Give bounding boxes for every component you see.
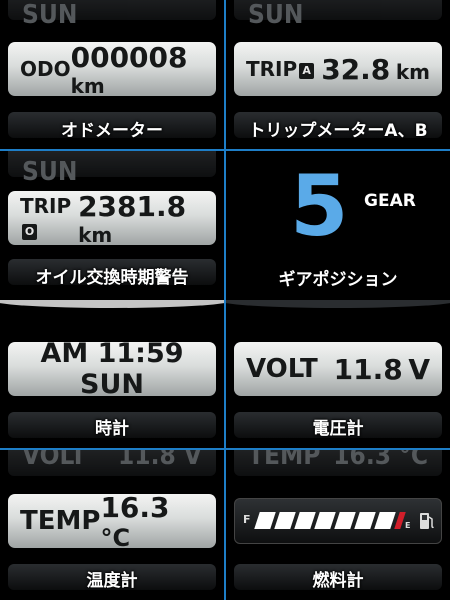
odometer-cell: AM 11:59 SUN ODO 000008 km オドメーター: [0, 0, 224, 149]
trip-meter-value: 32.8: [321, 52, 391, 86]
odometer-value: 000008: [70, 40, 188, 74]
ghost-clock-display-2: AM 11:59 SUN: [234, 0, 442, 30]
thermometer-caption: 温度計: [86, 571, 138, 591]
fuel-gauge-cell: TEMP 16.3 °C F E 燃料計: [226, 450, 450, 600]
oil-change-cell: AM 11:59 SUN TRIP O 2381.8 km オイル交換時期警告: [0, 151, 224, 298]
voltmeter-label: VOLT: [246, 354, 318, 384]
odometer-label: ODO: [20, 57, 71, 81]
fuel-gauge-display[interactable]: F E: [234, 498, 442, 544]
trip-meter-display[interactable]: TRIP A 32.8 km: [234, 42, 442, 96]
voltmeter-cell: VOLT 11.8 V 電圧計: [226, 300, 450, 448]
ghost-clock-display: AM 11:59 SUN: [8, 0, 216, 30]
fuel-segment: [294, 512, 316, 529]
gear-label: GEAR: [364, 191, 416, 211]
divider-arc-2: [226, 300, 450, 308]
thermometer-unit: °C: [100, 523, 131, 552]
divider-arc: [0, 300, 224, 308]
fuel-gauge-caption: 燃料計: [312, 571, 364, 591]
voltmeter-unit: V: [408, 352, 430, 386]
oil-trip-value: 2381.8: [78, 189, 187, 223]
clock-caption: 時計: [95, 419, 129, 439]
fuel-pump-icon: [420, 513, 434, 529]
fuel-segment: [354, 512, 376, 529]
oil-trip-unit: km: [78, 222, 113, 247]
voltmeter-display[interactable]: VOLT 11.8 V: [234, 342, 442, 396]
thermometer-cell: VOLT 11.8 V TEMP 16.3 °C 温度計: [0, 450, 224, 600]
voltmeter-caption: 電圧計: [312, 419, 364, 439]
trip-meter-cell: AM 11:59 SUN TRIPA 32.8 km トリップメーターA、B: [226, 0, 450, 149]
gear-position-caption: ギアポジション: [278, 270, 398, 290]
clock-value: AM 11:59 SUN: [40, 338, 184, 400]
fuel-segment: [274, 512, 296, 529]
thermometer-label: TEMP: [20, 506, 101, 536]
ghost-volt-display: VOLT 11.8 V: [8, 450, 216, 476]
ghost-clock-display-3: AM 11:59 SUN: [8, 151, 216, 187]
trip-a-badge: A: [299, 62, 315, 79]
odometer-caption: オドメーター: [61, 121, 163, 141]
odometer-display[interactable]: ODO 000008 km: [8, 40, 216, 98]
gear-display[interactable]: 5 GEAR: [270, 157, 442, 281]
oil-change-display[interactable]: TRIP O 2381.8 km: [8, 189, 216, 247]
thermometer-value: 16.3: [100, 490, 170, 524]
clock-display[interactable]: AM 11:59 SUN: [8, 338, 216, 400]
voltmeter-value: 11.8: [333, 352, 403, 386]
fuel-level-bar: [254, 512, 417, 532]
oil-badge: O: [22, 223, 37, 240]
odometer-unit: km: [70, 73, 105, 98]
trip-meter-caption: トリップメーターA、B: [248, 121, 428, 141]
gear-value: 5: [290, 157, 349, 255]
gear-position-cell: 5 GEAR ギアポジション: [226, 151, 450, 298]
fuel-f-label: F: [243, 513, 251, 526]
trip-meter-label: TRIP: [246, 57, 298, 81]
fuel-segment: [334, 512, 356, 529]
fuel-e-label: E: [405, 521, 411, 530]
ghost-temp-display: TEMP 16.3 °C: [234, 450, 442, 476]
trip-meter-unit: km: [395, 59, 430, 84]
oil-change-caption: オイル交換時期警告: [35, 268, 189, 288]
fuel-segment: [254, 512, 276, 529]
fuel-segment: [374, 512, 396, 529]
fuel-segment: [314, 512, 336, 529]
clock-cell: AM 11:59 SUN 時計: [0, 300, 224, 448]
oil-trip-label: TRIP: [20, 194, 72, 218]
thermometer-display[interactable]: TEMP 16.3 °C: [8, 490, 216, 552]
